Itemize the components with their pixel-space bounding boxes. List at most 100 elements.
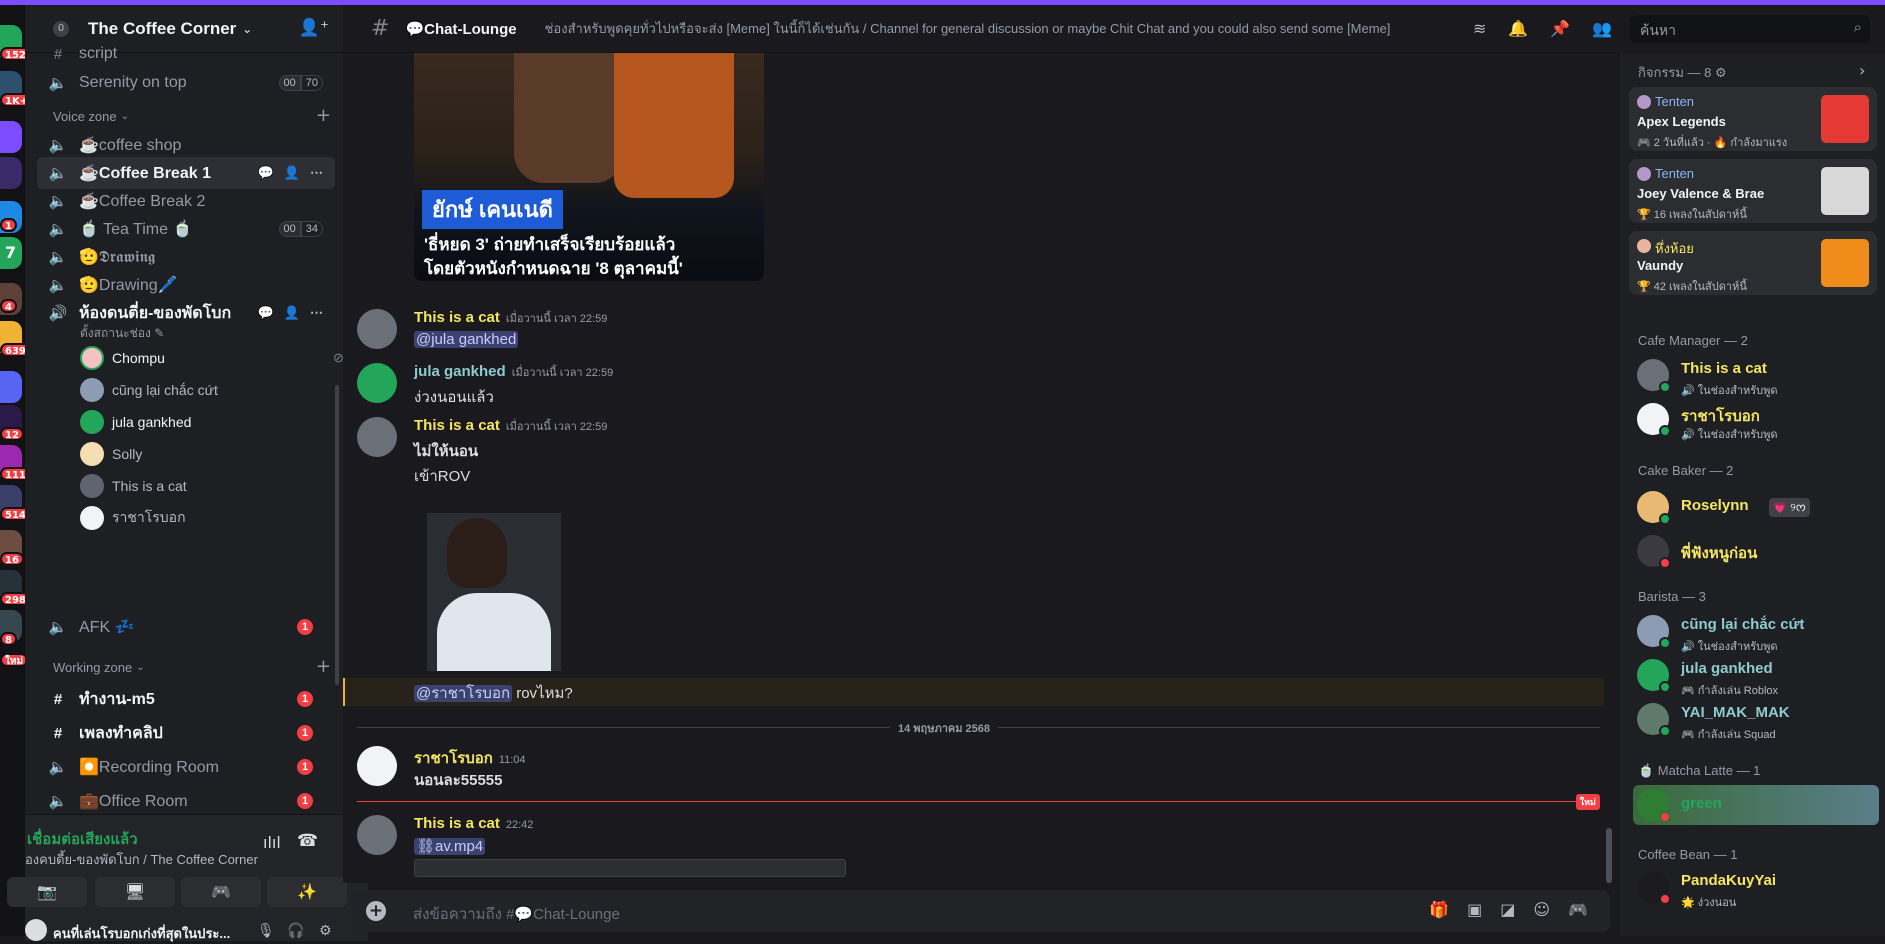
mention[interactable]: @ราชาโรบอก	[414, 685, 513, 702]
member-item[interactable]: พี่ฟังหนูก่อน	[1637, 533, 1877, 575]
avatar[interactable]	[357, 815, 397, 855]
mention[interactable]: @jula gankhed	[414, 331, 519, 348]
sticker-icon[interactable]: ◪	[1500, 900, 1515, 919]
attachment-link[interactable]: ⛓av.mp4	[414, 838, 486, 855]
add-channel-icon[interactable]: +	[316, 656, 331, 677]
voice-user[interactable]: ราชาโรบอก	[80, 505, 186, 531]
member-item[interactable]: Roselynn 💗 ୨ᰔ	[1637, 489, 1877, 531]
message-author[interactable]: This is a cat 22:42	[414, 815, 533, 832]
headphones-icon[interactable]: 🎧	[287, 923, 304, 939]
server-icon[interactable]	[0, 121, 22, 153]
category-voice-zone[interactable]: Voice zone ⌄	[53, 109, 129, 124]
add-channel-icon[interactable]: +	[316, 105, 331, 126]
message-author[interactable]: jula gankhed เมื่อวานนี้ เวลา 22:59	[414, 363, 613, 381]
screen-share-button[interactable]: 🖥	[95, 877, 175, 907]
disconnect-icon[interactable]: ☎	[297, 831, 318, 851]
member-item[interactable]: green	[1633, 785, 1879, 825]
channel-serenity[interactable]: 🔈 Serenity on top 00 70	[45, 67, 335, 99]
mic-icon[interactable]: 🎙	[257, 923, 275, 939]
role-header: 🍵 Matcha Latte — 1	[1638, 763, 1761, 778]
threads-icon[interactable]: ≋	[1473, 19, 1486, 38]
channel-topic[interactable]: ช่องสำหรับพูดคุยทั่วไปหรือจะส่ง [Meme] ใ…	[545, 18, 1425, 39]
gif-icon[interactable]: ▣	[1467, 900, 1482, 919]
gift-icon[interactable]: 🎁	[1429, 900, 1449, 919]
server-icon[interactable]	[0, 371, 22, 403]
activity-card[interactable]: หึ่งห้อย Vaundy 🏆 42 เพลงในสัปดาห์นี้	[1629, 231, 1877, 295]
server-badge: 12	[0, 427, 24, 441]
channel-status[interactable]: ตั้งสถานะช่อง ✎	[80, 324, 164, 343]
member-item[interactable]: jula gankhed 🎮 กำลังเล่น Roblox	[1637, 657, 1877, 699]
add-member-icon[interactable]: 👤	[284, 305, 300, 321]
current-user-name[interactable]: คนที่เล่นโรบอกเก่งที่สุดในประ...	[53, 923, 230, 944]
voice-user[interactable]: Solly	[80, 441, 142, 467]
channel-song-clip[interactable]: # เพลงทำคลิป 1	[45, 717, 335, 749]
avatar[interactable]	[357, 417, 397, 457]
message-composer[interactable]: + ส่งข้อความถึง #💬Chat-Lounge 🎁 ▣ ◪ ☺ 🎮	[351, 890, 1610, 932]
avatar[interactable]	[25, 919, 47, 941]
avatar[interactable]	[357, 746, 397, 786]
more-icon[interactable]: ⋯	[310, 165, 323, 181]
message-author[interactable]: ราชาโรบอก 11:04	[414, 746, 526, 770]
add-member-icon[interactable]: 👤	[284, 165, 300, 181]
bell-icon[interactable]: 🔔	[1508, 19, 1528, 38]
server-icon[interactable]: 7	[0, 237, 22, 269]
chevron-right-icon[interactable]: ›	[1859, 61, 1865, 80]
voice-channel-path[interactable]: องคบดี้ย-ของพัดโบก / The Coffee Corner	[25, 849, 258, 870]
pin-icon[interactable]: 📌	[1550, 19, 1570, 38]
video-attachment[interactable]	[414, 859, 846, 877]
voice-user[interactable]: This is a cat	[80, 473, 187, 499]
channel-actions: 💬 👤 ⋯	[258, 165, 323, 181]
invite-icon[interactable]: 👤⁺	[299, 18, 329, 38]
channel-script[interactable]: # script	[45, 43, 335, 65]
emoji-icon[interactable]: ☺	[1533, 900, 1550, 919]
sidebar-scrollbar[interactable]	[335, 385, 339, 685]
message-author[interactable]: This is a cat เมื่อวานนี้ เวลา 22:59	[414, 309, 607, 327]
status-dnd	[1659, 811, 1671, 823]
channel-work-m5[interactable]: # ทำงาน-m5 1	[45, 683, 335, 715]
voice-user[interactable]: jula gankhed	[80, 409, 191, 435]
new-servers-badge[interactable]: ใหม่	[0, 653, 25, 667]
channel-label: 🫡𝕯𝖗𝖆𝖜𝖎𝖓𝖌	[79, 249, 156, 266]
chat-icon[interactable]: 💬	[258, 305, 274, 321]
hash-icon: #	[53, 690, 63, 708]
camera-off-button[interactable]: 📷	[7, 877, 87, 907]
add-attachment-button[interactable]: +	[366, 901, 386, 921]
voice-capacity: 00 70	[278, 75, 323, 91]
activity-card[interactable]: Tenten Joey Valence & Brae 🏆 16 เพลงในสั…	[1629, 159, 1877, 223]
member-item[interactable]: cũng lại chắc cứt 🔊 ในช่องสำหรับพูด	[1637, 613, 1877, 655]
member-item[interactable]: This is a cat 🔊 ในช่องสำหรับพูด	[1637, 357, 1877, 399]
channel-afk[interactable]: 🔈 AFK 💤 1	[45, 611, 335, 643]
member-item[interactable]: ราชาโรบอก 🔊 ในช่องสำหรับพูด	[1637, 401, 1877, 443]
category-working-zone[interactable]: Working zone ⌄	[53, 660, 145, 675]
channel-recording-room[interactable]: 🔈 ⏺️Recording Room 1	[45, 751, 335, 783]
channel-sidebar: 0 The Coffee Corner ⌄ 👤⁺ # script 🔈 Sere…	[7, 5, 368, 941]
new-messages-divider: ใหม่	[357, 794, 1600, 810]
voice-user[interactable]: Chompu ⊘	[80, 345, 344, 371]
timestamp: เมื่อวานนี้ เวลา 22:59	[511, 367, 614, 379]
channel-office-room[interactable]: 🔈 💼Office Room 1	[45, 785, 335, 817]
sticker-image[interactable]	[427, 513, 561, 671]
member-item[interactable]: PandaKuyYai 🌟 ง่วงนอน	[1637, 869, 1877, 911]
channel-label: ☕coffee shop	[79, 137, 182, 154]
chevron-down-icon: ⌄	[242, 21, 253, 36]
apps-icon[interactable]: 🎮	[1568, 900, 1588, 919]
server-icon[interactable]	[0, 157, 22, 189]
search-input[interactable]: ค้นหา ⌕	[1630, 15, 1870, 43]
member-list-icon[interactable]: 👥	[1592, 19, 1612, 38]
voice-user[interactable]: cũng lại chắc cứt	[80, 377, 218, 403]
avatar[interactable]	[357, 309, 397, 349]
gear-icon[interactable]: ⚙	[319, 923, 332, 939]
chat-scrollbar[interactable]	[1606, 828, 1612, 883]
soundboard-button[interactable]: ✨	[267, 877, 347, 907]
activity-card[interactable]: Tenten Apex Legends 🎮 2 วันที่แล้ว · 🔥 ก…	[1629, 87, 1877, 151]
image-attachment[interactable]: ยักษ์ เคนเนดี 'ธี่หยด 3' ถ่ายทำเสร็จเรีย…	[414, 53, 764, 281]
avatar	[80, 346, 104, 370]
more-icon[interactable]: ⋯	[310, 305, 323, 321]
member-item[interactable]: YAI_MAK_MAK 🎮 กำลังเล่น Squad	[1637, 701, 1877, 743]
avatar[interactable]	[357, 363, 397, 403]
noise-suppression-icon[interactable]: ılıl	[263, 833, 281, 852]
activity-button[interactable]: 🎮	[181, 877, 261, 907]
chat-icon[interactable]: 💬	[258, 165, 274, 181]
message-author[interactable]: This is a cat เมื่อวานนี้ เวลา 22:59	[414, 417, 607, 435]
channel-title: 💬Chat-Lounge	[405, 20, 517, 38]
